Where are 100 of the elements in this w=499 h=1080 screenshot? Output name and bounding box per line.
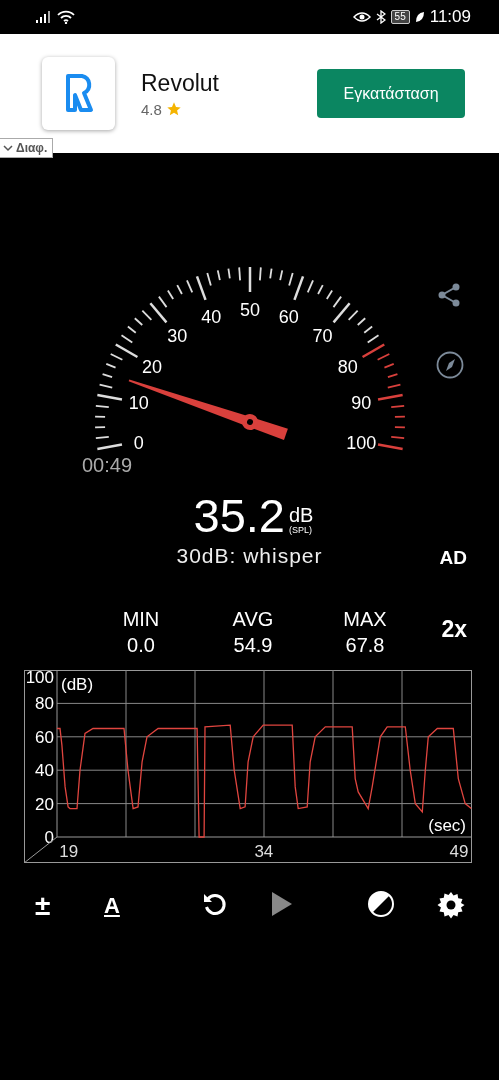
x-tick-label: 34 <box>254 842 274 861</box>
major-tick <box>149 302 168 324</box>
major-tick <box>377 443 403 451</box>
leaf-icon <box>414 11 425 23</box>
minor-tick <box>94 435 110 440</box>
unit-label: dB <box>289 505 314 525</box>
x-tick-label: 19 <box>59 842 79 861</box>
minor-tick <box>279 269 284 282</box>
major-tick <box>97 443 123 451</box>
minor-tick <box>376 353 391 361</box>
battery-level: 55 <box>390 10 410 24</box>
settings-icon[interactable] <box>437 891 465 919</box>
minor-tick <box>269 267 273 280</box>
minor-tick <box>94 426 106 429</box>
minor-tick <box>394 415 406 418</box>
scale-label: 10 <box>128 393 149 414</box>
stat-value: 54.9 <box>233 633 273 658</box>
minor-tick <box>387 373 399 379</box>
scale-label: 80 <box>337 356 358 377</box>
install-button[interactable]: Εγκατάσταση <box>317 69 465 118</box>
stat-value: 0.0 <box>127 633 155 658</box>
major-tick <box>115 343 139 359</box>
x-tick-label: 49 <box>449 842 469 861</box>
minor-tick <box>98 383 114 389</box>
ad-toggle[interactable]: AD <box>439 547 467 569</box>
minor-tick <box>206 272 212 287</box>
app-rating: 4.8 <box>141 100 162 118</box>
stat-label: MAX <box>343 607 387 632</box>
x-axis-label: (sec) <box>428 816 466 835</box>
y-tick-label: 100 <box>25 670 54 687</box>
minor-tick <box>120 334 134 344</box>
major-tick <box>332 302 351 324</box>
reset-icon[interactable] <box>202 891 228 917</box>
minor-tick <box>259 266 262 282</box>
y-tick-label: 20 <box>35 794 54 814</box>
minor-tick <box>390 435 406 440</box>
stat-value: 67.8 <box>345 633 385 658</box>
y-tick-label: 0 <box>44 828 54 847</box>
minor-tick <box>101 373 113 379</box>
more-tab[interactable]: Διαφ. <box>0 138 54 158</box>
share-icon[interactable] <box>437 282 461 308</box>
minor-tick <box>390 404 406 409</box>
contrast-icon[interactable] <box>368 891 394 917</box>
minor-tick <box>158 295 168 308</box>
y-tick-label: 60 <box>35 727 54 747</box>
minor-tick <box>386 383 402 389</box>
minor-tick <box>383 363 395 369</box>
minor-tick <box>332 295 342 308</box>
y-tick-label: 80 <box>35 694 54 714</box>
app-name: Revolut <box>141 69 220 97</box>
scale-label: 40 <box>201 306 222 327</box>
major-tick <box>248 267 252 292</box>
compass-icon[interactable] <box>436 351 464 379</box>
weighting-label: (SPL) <box>289 525 313 535</box>
wifi-icon <box>57 10 75 24</box>
minor-tick <box>227 267 231 280</box>
minor-tick <box>347 309 359 321</box>
minor-tick <box>94 415 106 418</box>
minor-tick <box>166 289 175 300</box>
minor-tick <box>216 269 221 282</box>
y-axis-label: (dB) <box>61 675 94 694</box>
scale-label: 50 <box>240 300 260 320</box>
clock: 11:09 <box>429 7 471 27</box>
signal-icon <box>36 11 52 23</box>
major-tick <box>195 275 207 301</box>
major-tick <box>377 393 403 401</box>
major-tick <box>293 275 305 301</box>
scale-label: 30 <box>167 326 188 347</box>
scale-label: 0 <box>133 432 144 453</box>
minor-tick <box>133 317 144 326</box>
scale-label: 90 <box>351 393 372 414</box>
minor-tick <box>94 404 110 409</box>
bluetooth-icon <box>375 10 386 24</box>
reference-text: 30dB: whisper <box>176 544 323 567</box>
minor-tick <box>366 334 380 344</box>
chevron-down-icon <box>3 144 13 152</box>
stat-label: MIN <box>122 607 160 632</box>
elapsed-time: 00:49 <box>82 454 133 477</box>
minor-tick <box>126 325 137 334</box>
scale-label: 70 <box>312 326 333 347</box>
scale-label: 20 <box>142 356 163 377</box>
sound-level-value: 35.2 <box>193 491 285 541</box>
minor-tick <box>306 279 314 294</box>
major-tick <box>97 393 123 401</box>
scale-label: 100 <box>346 432 377 453</box>
minor-tick <box>238 266 241 282</box>
calibrate-button[interactable]: ± <box>35 891 51 921</box>
minor-tick <box>288 272 294 287</box>
zoom-toggle[interactable]: 2x <box>441 616 467 643</box>
minor-tick <box>325 289 334 300</box>
minor-tick <box>105 363 117 369</box>
y-tick-label: 40 <box>35 761 54 781</box>
minor-tick <box>186 279 194 294</box>
stat-label: AVG <box>232 607 274 632</box>
minor-tick <box>363 325 374 334</box>
minor-tick <box>141 309 153 321</box>
minor-tick <box>356 317 367 326</box>
minor-tick <box>394 426 406 429</box>
scale-label: 60 <box>278 306 299 327</box>
font-button[interactable]: A <box>104 891 120 921</box>
